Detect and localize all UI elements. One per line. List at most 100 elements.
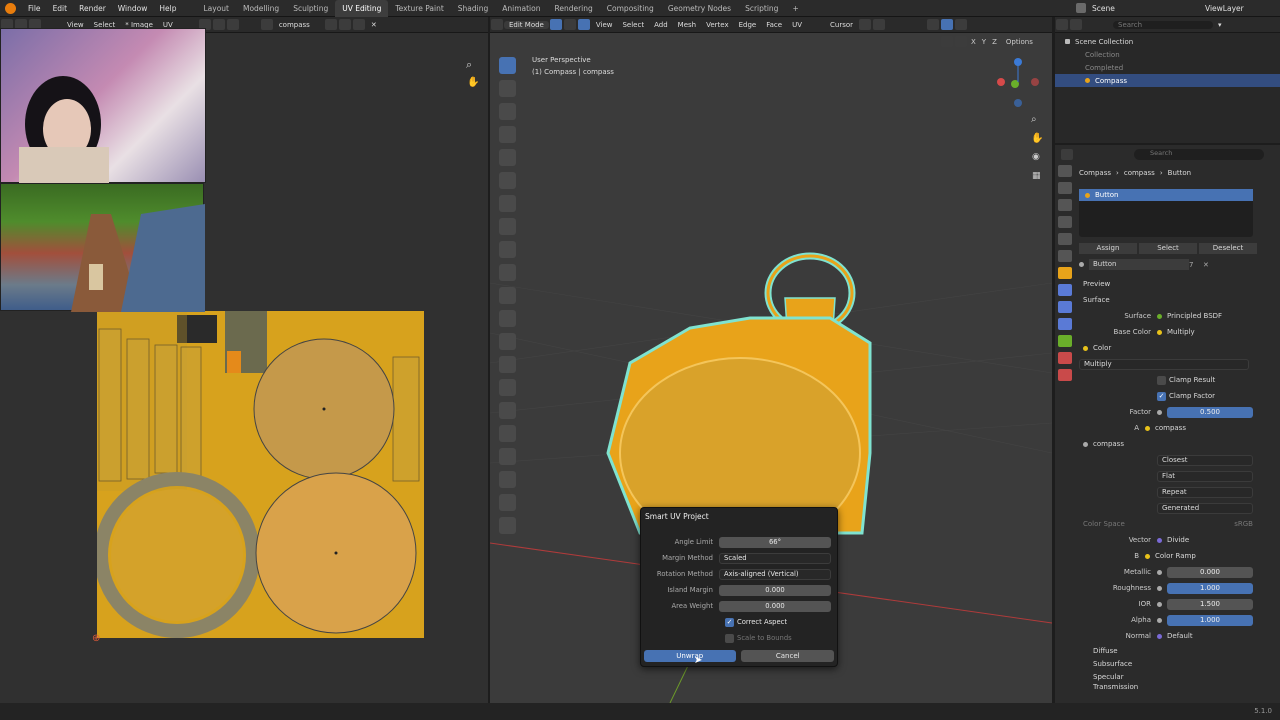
outliner-item-completed[interactable]: Completed — [1085, 64, 1123, 72]
island-margin-field[interactable]: 0.000 — [719, 584, 831, 596]
tab-compositing[interactable]: Compositing — [600, 0, 661, 17]
properties-search-input[interactable]: Search — [1134, 148, 1264, 160]
scale-to-bounds-checkbox[interactable] — [725, 633, 734, 643]
alpha-field[interactable]: 1.000 — [1167, 614, 1253, 626]
perspective-toggle-icon[interactable]: ▦ — [1032, 171, 1041, 181]
scene-name[interactable]: Scene — [1086, 4, 1121, 13]
menu-help[interactable]: Help — [153, 4, 182, 13]
inset-tool-icon[interactable] — [499, 287, 516, 304]
extrude-tool-icon[interactable] — [499, 264, 516, 281]
axis-z-toggle[interactable]: Z — [989, 38, 1000, 46]
rip-tool-icon[interactable] — [499, 517, 516, 534]
scene-collection-label[interactable]: Scene Collection — [1075, 38, 1133, 46]
outliner-item-compass[interactable]: Compass — [1095, 77, 1127, 85]
viewport-menu-add[interactable]: Add — [649, 21, 673, 29]
viewport-menu-face[interactable]: Face — [761, 21, 787, 29]
viewport-editor-type-icon[interactable] — [491, 19, 503, 30]
material-browse-icon[interactable] — [1079, 262, 1084, 267]
material-unlink-icon[interactable]: ✕ — [1199, 261, 1213, 269]
image-browse-icon[interactable] — [260, 19, 273, 30]
edge-slide-tool-icon[interactable] — [499, 448, 516, 465]
display-mode-icon[interactable] — [1070, 19, 1082, 30]
view-layer-tab-icon[interactable] — [1058, 216, 1072, 228]
image-datablock[interactable]: compass — [1093, 440, 1213, 448]
deselect-button[interactable]: Deselect — [1199, 243, 1257, 254]
physics-tab-icon[interactable] — [1058, 318, 1072, 330]
ior-field[interactable]: 1.500 — [1167, 598, 1253, 610]
bevel-tool-icon[interactable] — [499, 310, 516, 327]
snap-toggle-icon[interactable] — [859, 19, 872, 30]
spin-tool-icon[interactable] — [499, 402, 516, 419]
tab-shading[interactable]: Shading — [451, 0, 495, 17]
tab-rendering[interactable]: Rendering — [547, 0, 599, 17]
mode-selector[interactable]: Edit Mode — [504, 20, 549, 29]
blend-mode-select[interactable]: Multiply — [1079, 358, 1249, 370]
close-image-icon[interactable]: ✕ — [366, 21, 382, 29]
mirror-icon[interactable] — [941, 36, 953, 47]
area-weight-field[interactable]: 0.000 — [719, 600, 831, 612]
base-color-node[interactable]: Multiply — [1167, 328, 1195, 336]
tab-layout[interactable]: Layout — [196, 0, 236, 17]
tool-tab-icon[interactable] — [1058, 165, 1072, 177]
tab-sculpting[interactable]: Sculpting — [286, 0, 335, 17]
uv-image-name[interactable]: compass — [274, 21, 324, 29]
rotate-tool-icon[interactable] — [499, 126, 516, 143]
measure-tool-icon[interactable] — [499, 218, 516, 235]
interpolation-select[interactable]: Closest — [1157, 454, 1253, 466]
cursor-tool-icon[interactable] — [499, 80, 516, 97]
viewport-menu-uv[interactable]: UV — [787, 21, 807, 29]
proportional-edit-icon[interactable] — [873, 19, 886, 30]
subsurface-panel-header[interactable]: Subsurface — [1079, 660, 1132, 668]
menu-file[interactable]: File — [22, 4, 47, 13]
tab-geometry-nodes[interactable]: Geometry Nodes — [661, 0, 738, 17]
poly-build-tool-icon[interactable] — [499, 379, 516, 396]
particles-tab-icon[interactable] — [1058, 301, 1072, 313]
scale-tool-icon[interactable] — [499, 149, 516, 166]
camera-view-icon[interactable]: ◉ — [1032, 152, 1040, 162]
vector-node[interactable]: Divide — [1167, 536, 1189, 544]
shrink-tool-icon[interactable] — [499, 471, 516, 488]
viewport-menu-view[interactable]: View — [591, 21, 618, 29]
transmission-panel-header[interactable]: Transmission — [1079, 683, 1138, 691]
a-input-node[interactable]: compass — [1155, 424, 1186, 432]
viewport-pan-icon[interactable]: ✋ — [1031, 133, 1043, 144]
fake-user-icon[interactable] — [324, 19, 337, 30]
tab-animation[interactable]: Animation — [495, 0, 547, 17]
proportional-icon[interactable] — [226, 19, 239, 30]
add-cube-tool-icon[interactable] — [499, 241, 516, 258]
edge-select-icon[interactable] — [563, 19, 576, 30]
material-slot-item[interactable]: Button — [1095, 191, 1118, 199]
filter-icon[interactable]: ▾ — [1213, 21, 1227, 29]
normal-value[interactable]: Default — [1167, 632, 1193, 640]
outliner-editor-icon[interactable] — [1056, 19, 1068, 30]
menu-edit[interactable]: Edit — [47, 4, 74, 13]
view-layer-name[interactable]: ViewLayer — [1199, 4, 1250, 13]
b-input-node[interactable]: Color Ramp — [1155, 552, 1196, 560]
menu-window[interactable]: Window — [112, 4, 154, 13]
viewport-menu-vertex[interactable]: Vertex — [701, 21, 734, 29]
loop-cut-tool-icon[interactable] — [499, 333, 516, 350]
viewport-menu-select[interactable]: Select — [617, 21, 649, 29]
hand-pan-icon[interactable]: ✋ — [467, 77, 479, 88]
shear-tool-icon[interactable] — [499, 494, 516, 511]
output-tab-icon[interactable] — [1058, 199, 1072, 211]
xray-toggle-icon[interactable] — [941, 19, 954, 30]
smooth-tool-icon[interactable] — [499, 425, 516, 442]
projection-select[interactable]: Flat — [1157, 470, 1253, 482]
world-tab-icon[interactable] — [1058, 250, 1072, 262]
open-image-icon[interactable] — [352, 19, 365, 30]
margin-method-select[interactable]: Scaled — [719, 552, 831, 564]
tab-modelling[interactable]: Modelling — [236, 0, 286, 17]
surface-shader[interactable]: Principled BSDF — [1167, 312, 1222, 320]
texture-tab-icon[interactable] — [1058, 369, 1072, 381]
properties-editor-icon[interactable] — [1061, 148, 1073, 160]
annotate-tool-icon[interactable] — [499, 195, 516, 212]
surface-panel-header[interactable]: Surface — [1079, 296, 1110, 304]
material-name-field[interactable]: Button — [1089, 259, 1189, 270]
tab-scripting[interactable]: Scripting — [738, 0, 785, 17]
unwrap-button[interactable]: Unwrap — [644, 650, 736, 662]
material-tab-icon[interactable] — [1058, 352, 1072, 364]
metallic-field[interactable]: 0.000 — [1167, 566, 1253, 578]
specular-panel-header[interactable]: Specular — [1079, 673, 1124, 681]
viewport-zoom-icon[interactable]: ⌕ — [1031, 114, 1037, 125]
